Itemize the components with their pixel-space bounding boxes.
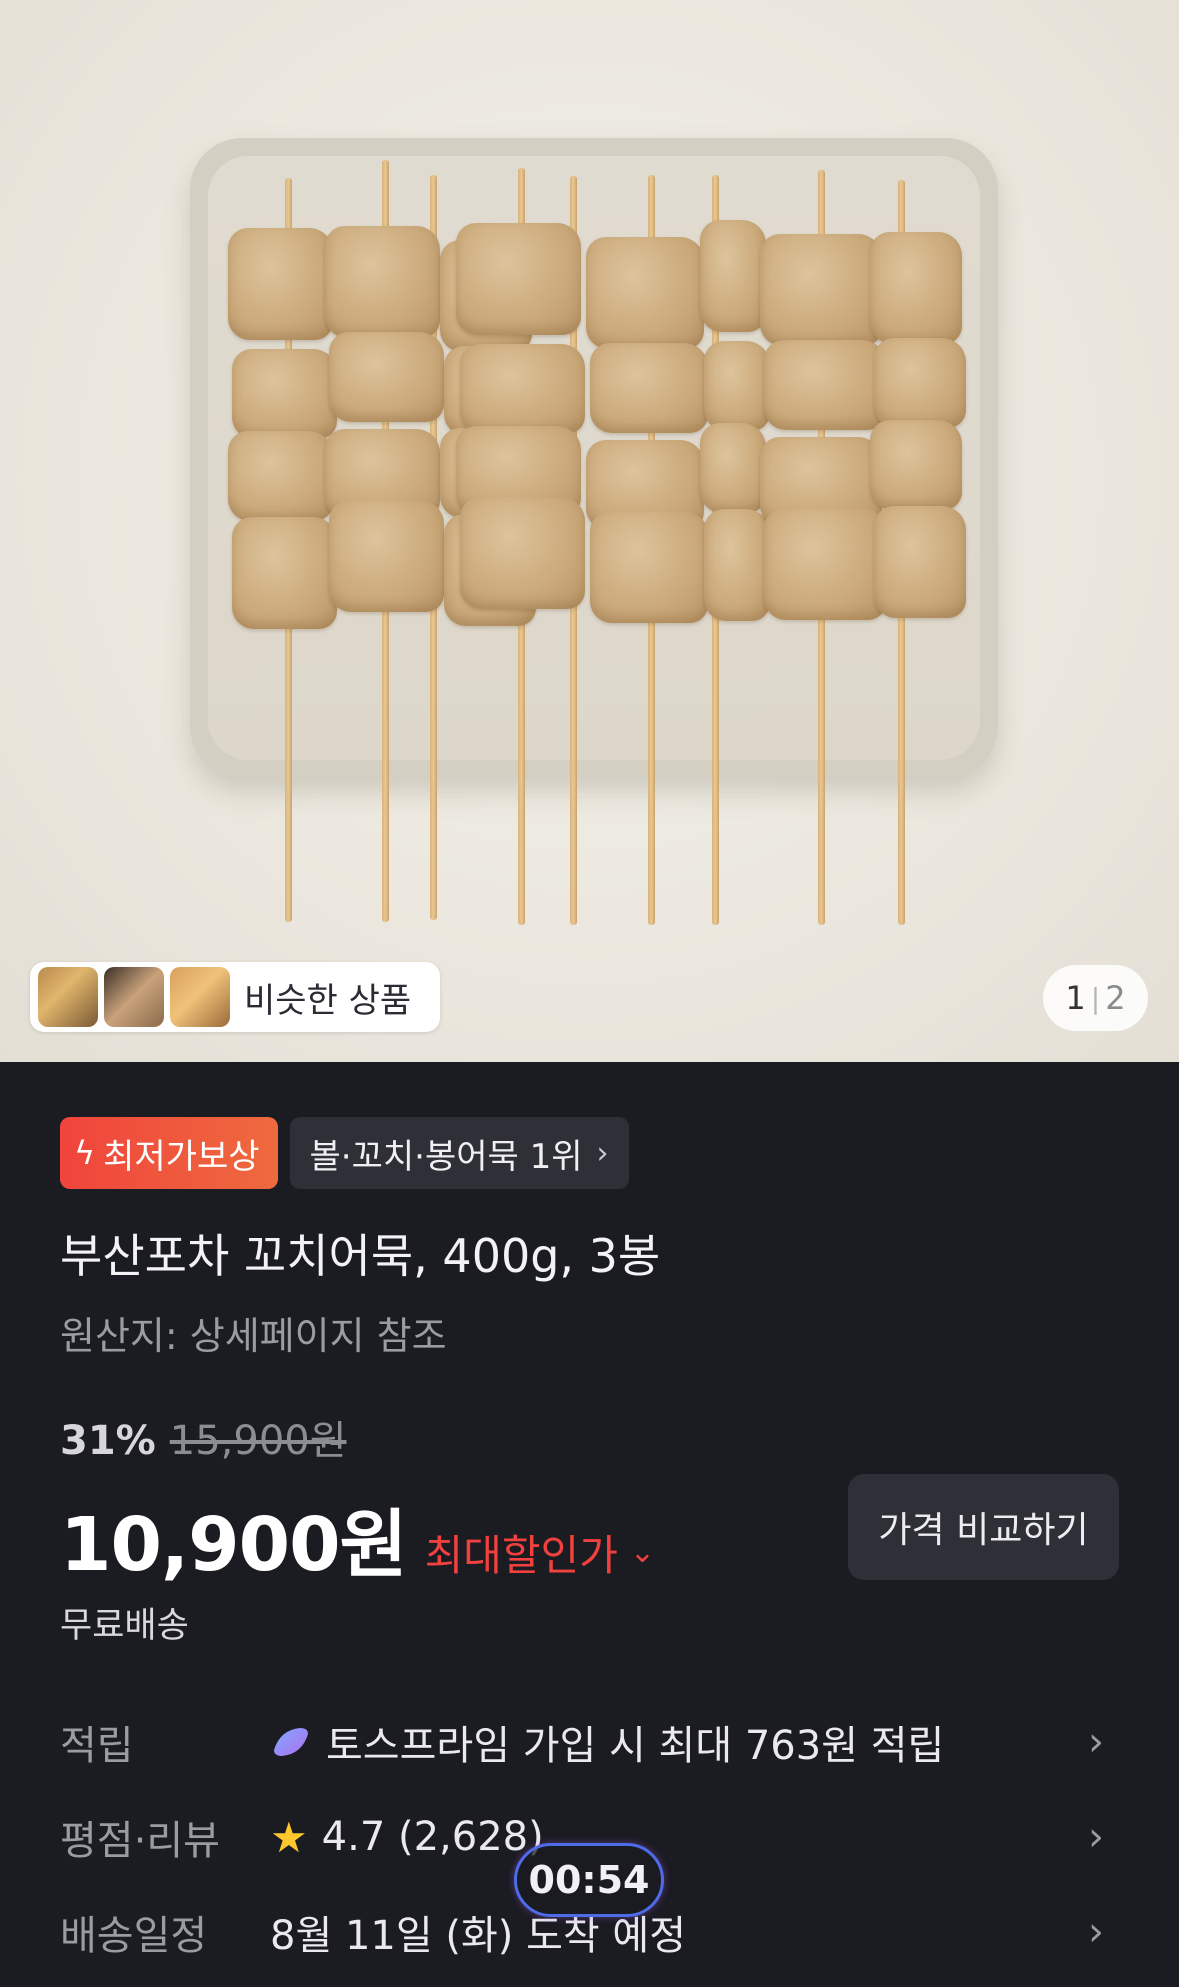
max-discount-toggle[interactable]: 최대할인가 ⌄ [425, 1522, 655, 1583]
fishcake-piece [590, 511, 708, 623]
similar-thumbnail [38, 967, 98, 1027]
points-value-wrap: 토스프라임 가입 시 최대 763원 적립 [270, 1713, 944, 1771]
fishcake-piece [704, 341, 770, 431]
chevron-right-icon: › [596, 1135, 609, 1171]
rating-value-wrap: ★ 4.7 (2,628) [270, 1813, 544, 1862]
similar-products-button[interactable]: 비슷한 상품 [30, 962, 440, 1032]
price-row: 10,900원 최대할인가 ⌄ [60, 1485, 655, 1592]
category-rank-label: 볼·꼬치·봉어묵 1위 [309, 1136, 583, 1177]
fishcake-piece [874, 338, 966, 428]
rating-value: 4.7 (2,628) [321, 1814, 544, 1860]
chevron-right-icon: › [1088, 1719, 1104, 1765]
points-row[interactable]: 적립 토스프라임 가입 시 최대 763원 적립 › [0, 1702, 1179, 1782]
fishcake-piece [590, 343, 708, 433]
delivery-label: 배송일정 [60, 1913, 208, 1959]
fishcake-piece [760, 234, 882, 346]
fishcake-piece [704, 509, 770, 621]
lowest-price-badge[interactable]: ϟ 최저가보상 [60, 1117, 278, 1189]
category-rank-badge[interactable]: 볼·꼬치·봉어묵 1위 › [289, 1117, 629, 1189]
badge-row: ϟ 최저가보상 볼·꼬치·봉어묵 1위 › [60, 1117, 629, 1189]
original-price: 15,900원 [169, 1418, 347, 1464]
product-image[interactable]: 비슷한 상품 1 | 2 [0, 0, 1179, 1062]
fishcake-piece [764, 508, 886, 620]
fishcake-piece [586, 237, 704, 349]
current-price: 10,900원 [60, 1502, 408, 1588]
fishcake-piece [232, 349, 337, 439]
pager-total: 2 [1105, 979, 1126, 1017]
fishcake-piece [329, 500, 444, 612]
fishcake-piece [700, 423, 766, 513]
points-label: 적립 [60, 1723, 134, 1769]
product-title: 부산포차 꼬치어묵, 400g, 3봉 [60, 1229, 661, 1283]
fishcake-piece [700, 220, 766, 332]
shipping-info: 무료배송 [60, 1606, 189, 1646]
chevron-right-icon: › [1088, 1814, 1104, 1860]
max-discount-label: 최대할인가 [424, 1531, 618, 1580]
toss-prime-icon [274, 1728, 308, 1756]
image-pager: 1 | 2 [1043, 965, 1148, 1031]
bolt-icon: ϟ [74, 1134, 96, 1172]
fishcake-piece [228, 431, 333, 521]
similar-thumbnail [104, 967, 164, 1027]
similar-thumbnail [170, 967, 230, 1027]
points-value: 토스프라임 가입 시 최대 763원 적립 [326, 1723, 945, 1769]
fishcake-piece [329, 332, 444, 422]
product-origin: 원산지: 상세페이지 참조 [60, 1314, 447, 1358]
pager-current: 1 [1065, 979, 1086, 1017]
fishcake-piece [870, 420, 962, 510]
discount-rate: 31% [60, 1418, 156, 1464]
fishcake-piece [325, 226, 440, 338]
discount-row: 31% 15,900원 [60, 1408, 347, 1466]
similar-products-label: 비슷한 상품 [244, 980, 412, 1021]
timer-pill: 00:54 [514, 1843, 664, 1917]
fishcake-piece [456, 223, 581, 335]
fishcake-piece [874, 506, 966, 618]
pager-separator: | [1090, 981, 1101, 1015]
fishcake-piece [460, 344, 585, 434]
chevron-down-icon: ⌄ [629, 1535, 655, 1570]
fishcake-piece [460, 497, 585, 609]
lowest-price-label: 최저가보상 [103, 1136, 260, 1177]
chevron-right-icon: › [1088, 1909, 1104, 1955]
fishcake-piece [870, 232, 962, 344]
star-icon: ★ [270, 1812, 308, 1862]
fishcake-piece [764, 340, 886, 430]
rating-label: 평점·리뷰 [60, 1818, 220, 1864]
fishcake-piece [228, 228, 333, 340]
compare-price-button[interactable]: 가격 비교하기 [848, 1474, 1119, 1580]
fishcake-piece [232, 517, 337, 629]
